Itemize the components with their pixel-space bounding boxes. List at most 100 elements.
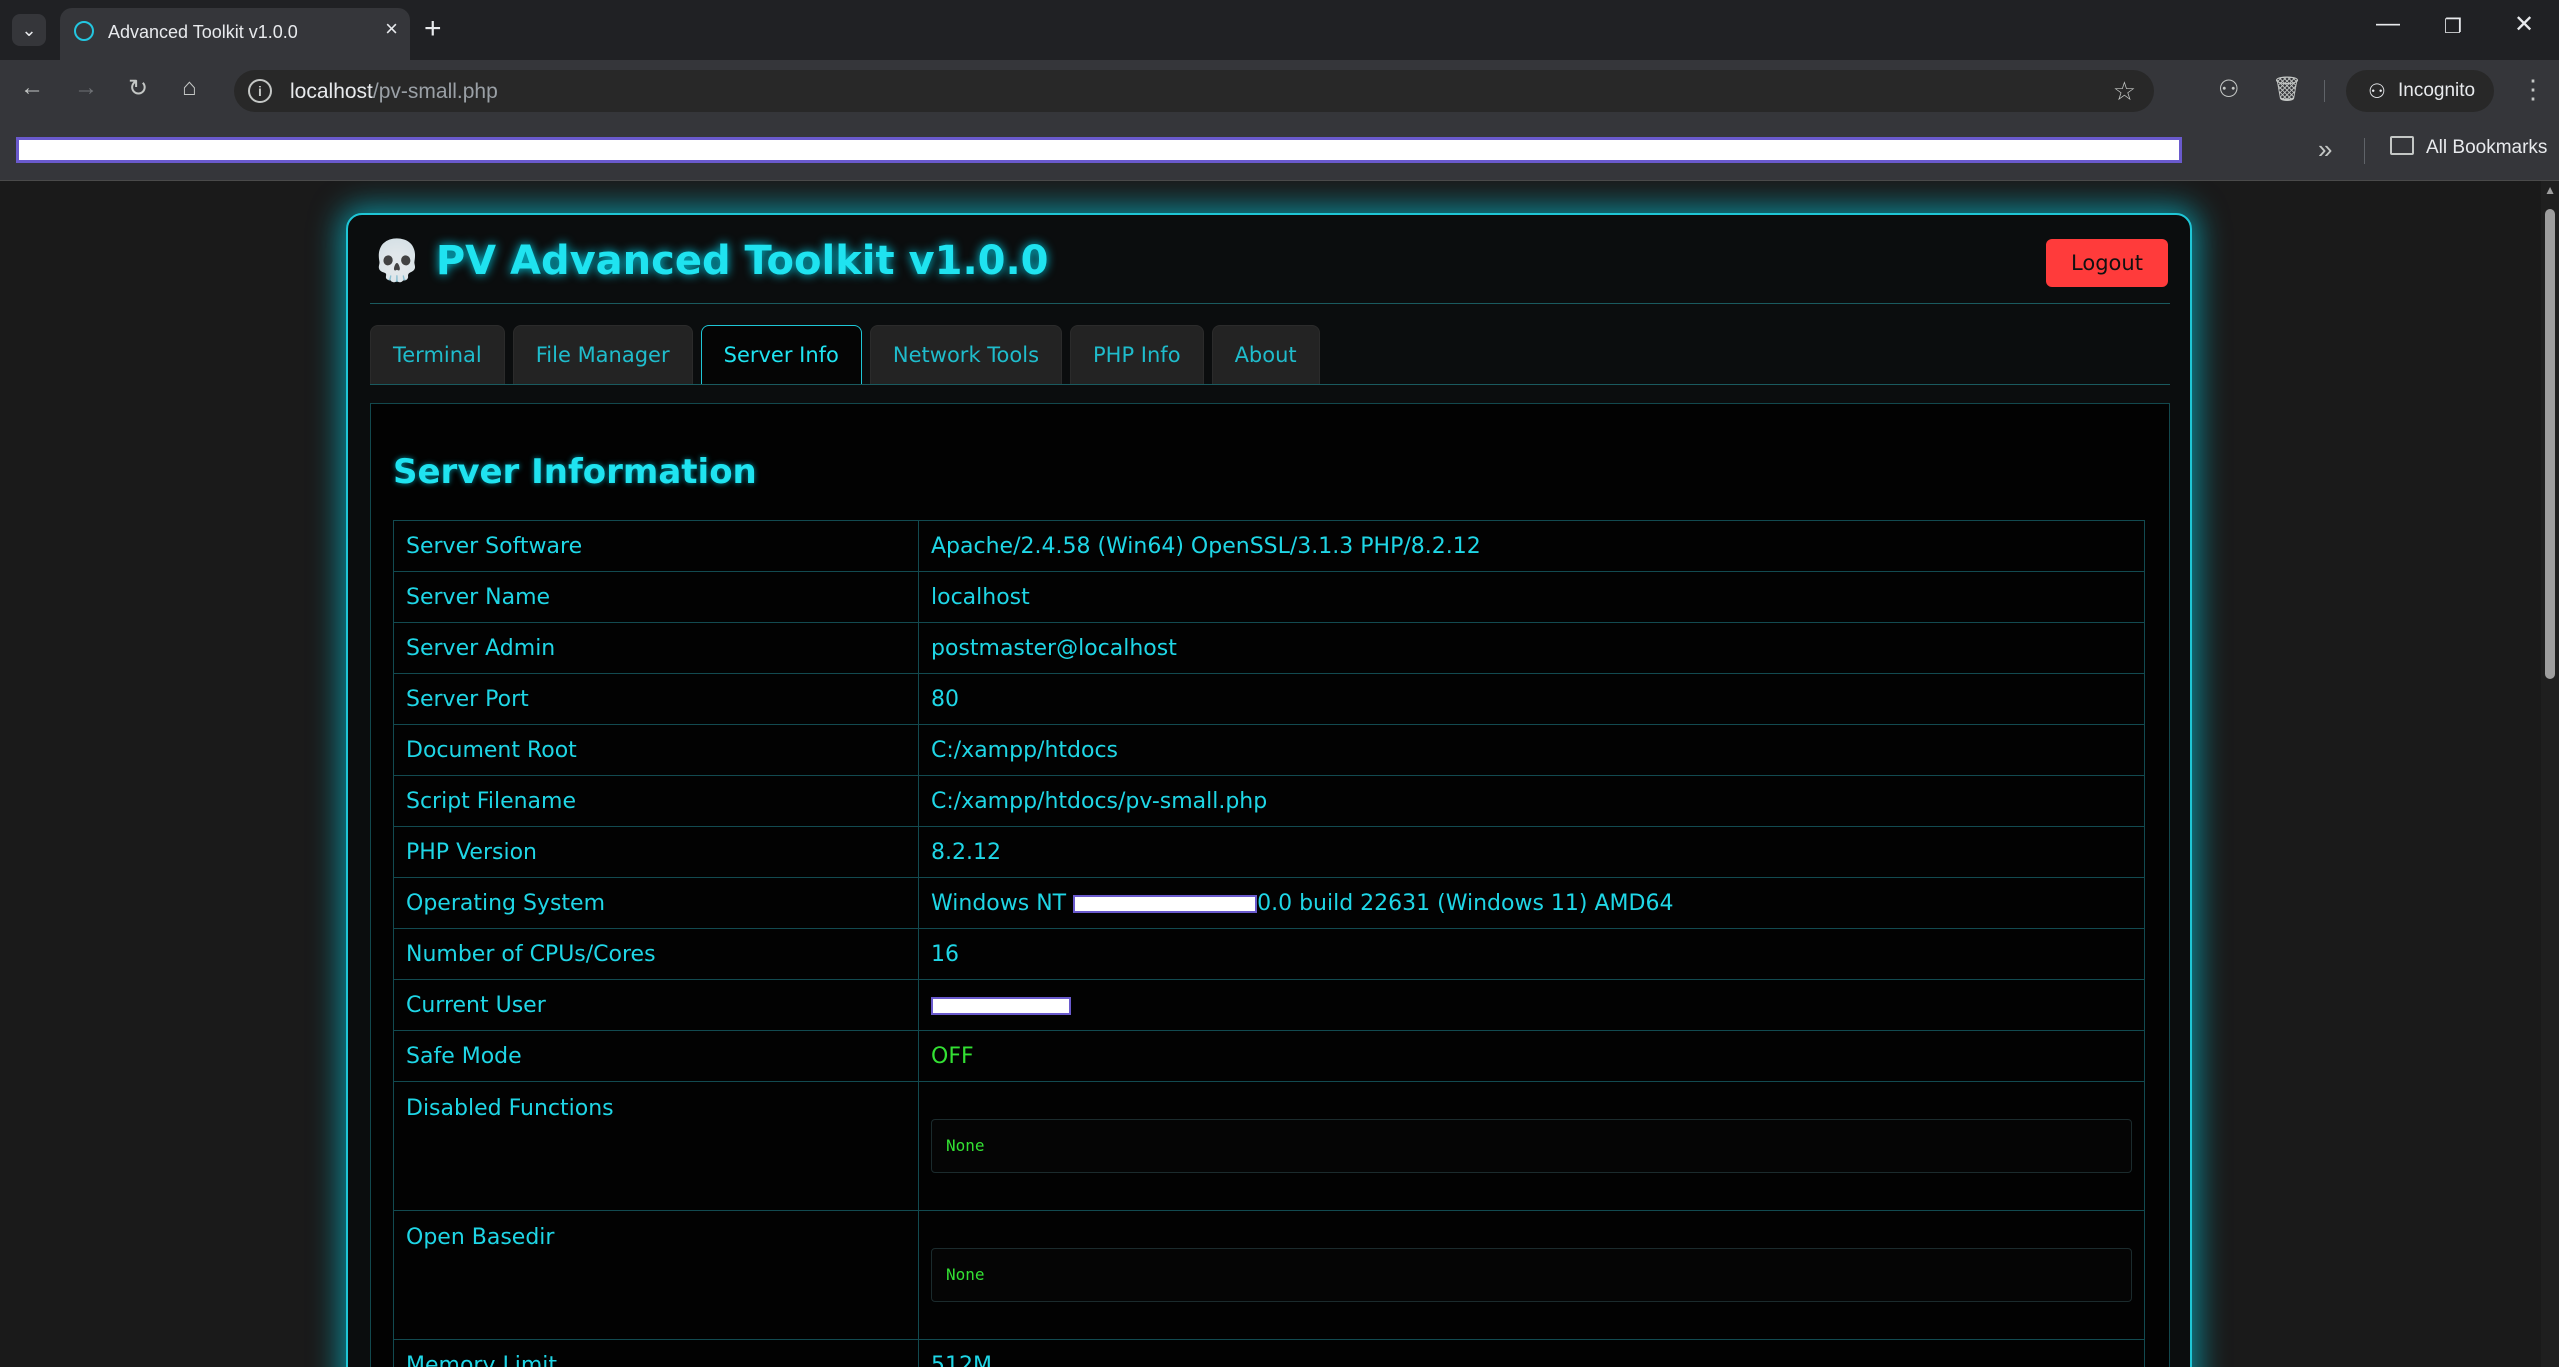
row-value: 8.2.12 — [918, 826, 2145, 878]
folder-icon — [2390, 136, 2414, 155]
row-label: Document Root — [393, 724, 919, 776]
browser-tabstrip: ⌄ Advanced Toolkit v1.0.0 × + — ❐ ✕ — [0, 0, 2559, 60]
skull-icon: 💀 — [372, 238, 422, 284]
new-tab-button[interactable]: + — [424, 12, 442, 46]
incognito-extension-icon[interactable]: ⚇ — [2218, 75, 2240, 104]
row-value: C:/xampp/htdocs/pv-small.php — [918, 775, 2145, 827]
row-value: None — [918, 1081, 2145, 1211]
tab-title: Advanced Toolkit v1.0.0 — [108, 22, 298, 42]
close-window-icon[interactable]: ✕ — [2514, 10, 2534, 39]
incognito-indicator[interactable]: ⚇ Incognito — [2346, 70, 2494, 112]
table-row: Server Admin postmaster@localhost — [393, 622, 2145, 674]
scroll-up-icon[interactable]: ▲ — [2544, 183, 2556, 197]
row-value: C:/xampp/htdocs — [918, 724, 2145, 776]
redacted-current-user — [931, 996, 1071, 1015]
bookmarks-overflow-icon[interactable]: » — [2318, 134, 2332, 165]
table-row: Operating System Windows NT 0.0 build 22… — [393, 877, 2145, 929]
redacted-bookmarks — [16, 137, 2182, 163]
table-row: Safe Mode OFF — [393, 1030, 2145, 1082]
home-icon[interactable]: ⌂ — [182, 74, 197, 102]
row-value: Windows NT 0.0 build 22631 (Windows 11) … — [918, 877, 2145, 929]
reload-icon[interactable]: ↻ — [128, 74, 148, 103]
tab-about[interactable]: About — [1211, 325, 1320, 385]
tab-file-manager[interactable]: File Manager — [512, 325, 693, 385]
row-label: Script Filename — [393, 775, 919, 827]
tab-php-info[interactable]: PHP Info — [1070, 325, 1204, 385]
tab-terminal[interactable]: Terminal — [370, 325, 505, 385]
table-row: Document Root C:/xampp/htdocs — [393, 724, 2145, 776]
minimize-icon[interactable]: — — [2376, 10, 2400, 38]
row-value: 512M — [918, 1339, 2145, 1367]
nav-tabs: Terminal File Manager Server Info Networ… — [370, 325, 1320, 385]
row-label: Operating System — [393, 877, 919, 929]
url-text: localhost/pv-small.php — [290, 80, 498, 103]
row-value — [918, 979, 2145, 1031]
restore-icon[interactable]: ❐ — [2444, 14, 2462, 39]
browser-toolbar: ← → ↻ ⌂ i localhost/pv-small.php ☆ ⚇ 🗑 ⚇… — [0, 60, 2559, 122]
tab-network-tools[interactable]: Network Tools — [869, 325, 1063, 385]
row-value: localhost — [918, 571, 2145, 623]
row-label: Server Software — [393, 520, 919, 572]
table-row: Open Basedir None — [393, 1210, 2145, 1340]
table-row: Disabled Functions None — [393, 1081, 2145, 1211]
open-basedir-box: None — [931, 1248, 2132, 1302]
server-info-table: Server Software Apache/2.4.58 (Win64) Op… — [393, 520, 2145, 1367]
tabs-divider — [370, 384, 2170, 385]
bookmark-star-icon[interactable]: ☆ — [2113, 76, 2136, 107]
app-title-text: PV Advanced Toolkit v1.0.0 — [435, 238, 1049, 284]
redacted-os-version — [1073, 894, 1258, 913]
browser-menu-icon[interactable]: ⋮ — [2520, 74, 2546, 105]
row-label: Safe Mode — [393, 1030, 919, 1082]
app-title: 💀 PV Advanced Toolkit v1.0.0 — [372, 237, 1049, 284]
os-suffix: 0.0 build 22631 (Windows 11) AMD64 — [1257, 890, 1674, 916]
table-row: Server Name localhost — [393, 571, 2145, 623]
server-info-content: Server Information Server Software Apach… — [370, 403, 2170, 1367]
bookmarks-bar: » All Bookmarks — [0, 122, 2559, 181]
row-label: PHP Version — [393, 826, 919, 878]
row-value: postmaster@localhost — [918, 622, 2145, 674]
logout-button[interactable]: Logout — [2046, 239, 2168, 287]
row-label: Current User — [393, 979, 919, 1031]
row-label: Server Port — [393, 673, 919, 725]
row-value: 80 — [918, 673, 2145, 725]
table-row: Number of CPUs/Cores 16 — [393, 928, 2145, 980]
browser-tab-active[interactable]: Advanced Toolkit v1.0.0 × — [60, 8, 410, 60]
tab-close-icon[interactable]: × — [385, 16, 398, 42]
table-row: PHP Version 8.2.12 — [393, 826, 2145, 878]
row-label: Disabled Functions — [393, 1081, 919, 1211]
address-bar[interactable]: i localhost/pv-small.php ☆ — [234, 70, 2154, 112]
page-scrollbar[interactable]: ▲ — [2541, 181, 2559, 1367]
site-info-icon[interactable]: i — [248, 79, 272, 103]
row-value: None — [918, 1210, 2145, 1340]
disabled-functions-box: None — [931, 1119, 2132, 1173]
toolbar-separator — [2324, 80, 2325, 102]
row-label: Memory Limit — [393, 1339, 919, 1367]
table-row: Current User — [393, 979, 2145, 1031]
row-label: Number of CPUs/Cores — [393, 928, 919, 980]
toolkit-panel: 💀 PV Advanced Toolkit v1.0.0 Logout Termi… — [346, 213, 2192, 1367]
row-label: Server Name — [393, 571, 919, 623]
row-label: Open Basedir — [393, 1210, 919, 1340]
row-value: 16 — [918, 928, 2145, 980]
trash-icon[interactable]: 🗑 — [2272, 75, 2302, 104]
header-divider — [370, 303, 2170, 304]
table-row: Server Port 80 — [393, 673, 2145, 725]
section-title: Server Information — [393, 452, 757, 492]
scroll-thumb[interactable] — [2545, 209, 2555, 679]
bookmarks-separator — [2364, 138, 2365, 164]
tab-server-info[interactable]: Server Info — [700, 325, 862, 385]
all-bookmarks-label: All Bookmarks — [2426, 137, 2548, 158]
forward-icon[interactable]: → — [74, 74, 98, 102]
safe-mode-value: OFF — [918, 1030, 2145, 1082]
row-label: Server Admin — [393, 622, 919, 674]
row-value: Apache/2.4.58 (Win64) OpenSSL/3.1.3 PHP/… — [918, 520, 2145, 572]
os-prefix: Windows NT — [931, 890, 1067, 916]
table-row: Memory Limit 512M — [393, 1339, 2145, 1367]
all-bookmarks-button[interactable]: All Bookmarks — [2390, 136, 2547, 159]
incognito-label: Incognito — [2398, 80, 2476, 101]
table-row: Server Software Apache/2.4.58 (Win64) Op… — [393, 520, 2145, 572]
table-row: Script Filename C:/xampp/htdocs/pv-small… — [393, 775, 2145, 827]
tab-search-button[interactable]: ⌄ — [12, 14, 46, 46]
tab-favicon-icon — [74, 21, 94, 41]
back-icon[interactable]: ← — [20, 74, 44, 102]
